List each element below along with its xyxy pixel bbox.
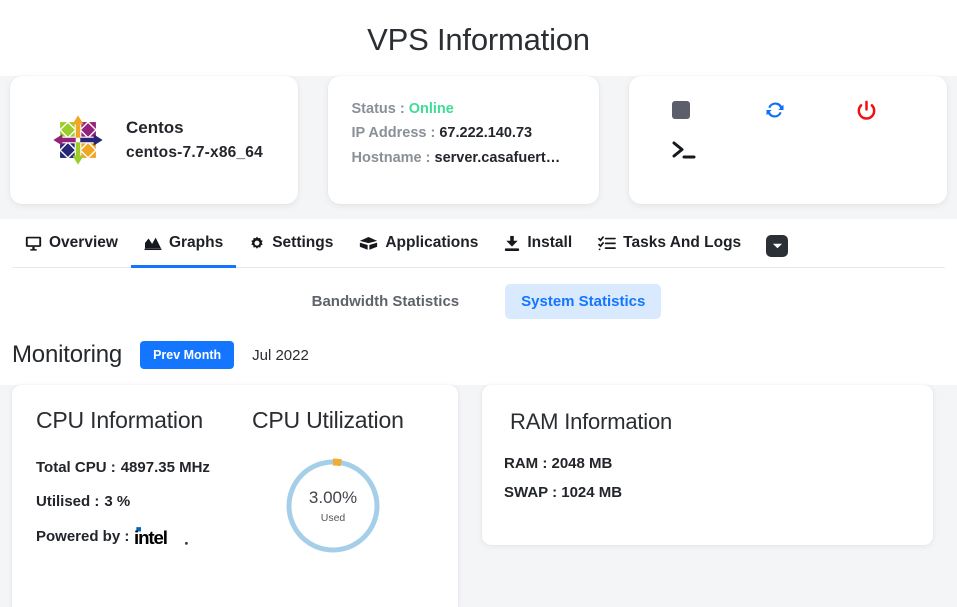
- ram-panel: RAM Information RAM : 2048 MB SWAP : 102…: [482, 385, 933, 545]
- intel-logo-icon: intel: [134, 526, 192, 548]
- tabs-more-button[interactable]: [766, 235, 789, 257]
- open-box-icon: [359, 235, 378, 251]
- ip-address-value: 67.222.140.73: [439, 125, 533, 142]
- ram-row: RAM : 2048 MB: [504, 455, 933, 472]
- centos-logo-icon: [50, 112, 106, 168]
- page-title: VPS Information: [0, 0, 957, 76]
- total-cpu-label: Total CPU :: [36, 459, 116, 476]
- restart-button[interactable]: [763, 98, 855, 125]
- powered-by-row: Powered by : intel: [36, 525, 252, 548]
- cpu-utilization-donut-chart: 3.00% Used: [283, 456, 383, 556]
- monitoring-header: Monitoring Prev Month Jul 2022: [0, 335, 957, 385]
- power-button[interactable]: [855, 99, 947, 125]
- status-label: Status :: [351, 101, 405, 117]
- tasks-list-icon: [598, 235, 617, 251]
- swap-value: 1024 MB: [561, 484, 623, 501]
- tab-settings[interactable]: Settings: [236, 227, 346, 268]
- ram-label: RAM :: [504, 455, 548, 472]
- swap-row: SWAP : 1024 MB: [504, 484, 933, 501]
- refresh-sync-icon: [763, 98, 787, 125]
- actions-row-primary: [629, 98, 947, 125]
- monitor-icon: [25, 235, 42, 252]
- utilised-label: Utilised :: [36, 493, 100, 511]
- tab-graphs-label: Graphs: [168, 234, 224, 251]
- download-icon: [504, 235, 520, 252]
- ip-address-row: IP Address : 67.222.140.73: [352, 123, 600, 144]
- os-info-card: Centos centos-7.7-x86_64: [10, 76, 298, 204]
- tab-overview-label: Overview: [49, 234, 118, 251]
- main-tabs: Overview Graphs Settings Applications In…: [12, 219, 945, 268]
- cpu-utilization-percent: 3.00%: [308, 487, 358, 507]
- tab-install-label: Install: [527, 234, 573, 251]
- cpu-utilization-section: CPU Utilization 3.00% Used: [252, 407, 458, 607]
- os-version: centos-7.7-x86_64: [126, 143, 263, 161]
- total-cpu-value: 4897.35 MHz: [120, 459, 210, 476]
- prev-month-button[interactable]: Prev Month: [140, 341, 235, 369]
- server-actions-card: [629, 76, 947, 204]
- os-text-block: Centos centos-7.7-x86_64: [126, 116, 263, 164]
- chart-area-icon: [144, 235, 162, 251]
- ram-information-heading: RAM Information: [510, 409, 673, 434]
- tab-overview[interactable]: Overview: [12, 227, 131, 268]
- stop-square-icon: [671, 100, 691, 123]
- stop-button[interactable]: [671, 100, 763, 123]
- current-month-label: Jul 2022: [252, 346, 309, 364]
- donut-center-labels: 3.00% Used: [283, 456, 383, 556]
- tab-tasks-and-logs-label: Tasks And Logs: [623, 234, 742, 251]
- main-tabs-bar: Overview Graphs Settings Applications In…: [0, 219, 957, 268]
- tab-install[interactable]: Install: [491, 227, 585, 268]
- hostname-row: Hostname : server.casafuert…: [352, 148, 600, 169]
- info-cards-strip: Centos centos-7.7-x86_64 Status : Online…: [0, 76, 957, 204]
- swap-label: SWAP :: [504, 484, 558, 501]
- ip-address-label: IP Address :: [351, 125, 436, 142]
- statistics-panels: CPU Information Total CPU : 4897.35 MHz …: [0, 385, 957, 607]
- status-row: Status : Online: [352, 99, 600, 120]
- tab-applications[interactable]: Applications: [346, 227, 491, 268]
- monitoring-title: Monitoring: [12, 341, 123, 368]
- power-icon: [855, 99, 878, 125]
- hostname-value: server.casafuert…: [434, 149, 561, 166]
- subtab-system-statistics[interactable]: System Statistics: [505, 284, 662, 319]
- tab-settings-label: Settings: [272, 234, 334, 251]
- cpu-utilization-sublabel: Used: [320, 512, 346, 525]
- status-badge: Online: [408, 101, 454, 117]
- total-cpu-row: Total CPU : 4897.35 MHz: [36, 456, 252, 479]
- console-button[interactable]: [671, 140, 763, 163]
- ram-value: 2048 MB: [551, 455, 613, 472]
- hostname-label: Hostname :: [351, 149, 431, 166]
- utilised-value: 3 %: [104, 493, 131, 511]
- svg-text:intel: intel: [134, 527, 167, 547]
- cpu-information-heading: CPU Information: [36, 407, 204, 433]
- gear-icon: [249, 235, 265, 251]
- tab-tasks-and-logs[interactable]: Tasks And Logs: [585, 227, 754, 268]
- powered-by-label: Powered by :: [36, 527, 130, 545]
- actions-row-secondary: [629, 140, 947, 163]
- tab-applications-label: Applications: [385, 234, 479, 251]
- statistics-subtabs: Bandwidth Statistics System Statistics: [0, 268, 957, 335]
- cpu-panel: CPU Information Total CPU : 4897.35 MHz …: [12, 385, 458, 607]
- server-status-card: Status : Online IP Address : 67.222.140.…: [327, 76, 600, 204]
- chevron-down-icon: [772, 237, 783, 255]
- cpu-utilization-heading: CPU Utilization: [252, 407, 404, 433]
- tab-graphs[interactable]: Graphs: [130, 227, 237, 268]
- os-name: Centos: [126, 118, 184, 138]
- utilised-row: Utilised : 3 %: [36, 490, 252, 513]
- cpu-information-section: CPU Information Total CPU : 4897.35 MHz …: [12, 407, 252, 607]
- terminal-prompt-icon: [671, 140, 697, 163]
- subtab-bandwidth-statistics[interactable]: Bandwidth Statistics: [296, 284, 476, 319]
